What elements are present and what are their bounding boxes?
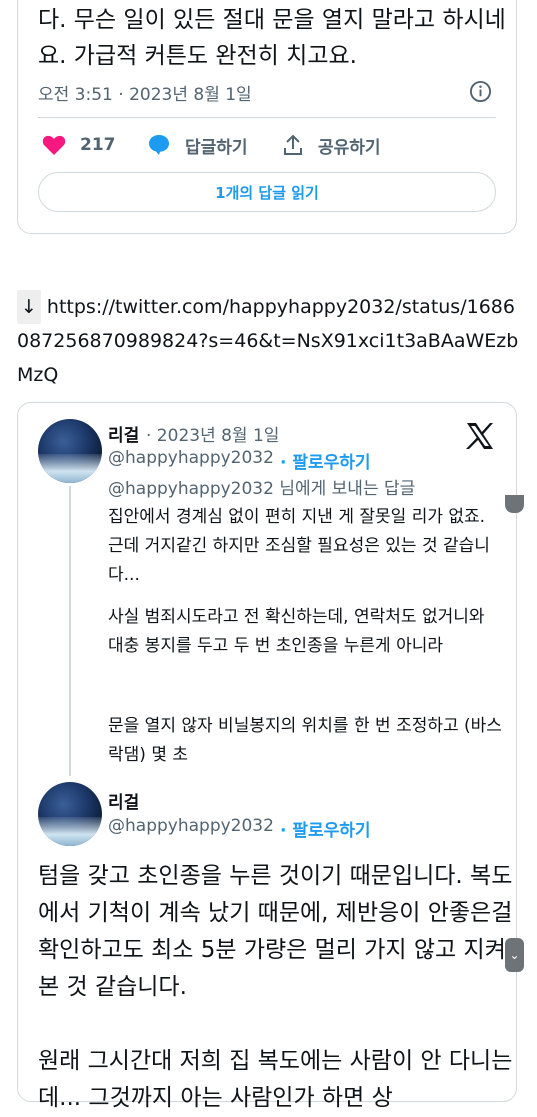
author-name[interactable]: 리걸 bbox=[108, 788, 139, 813]
tweet-date[interactable]: · 2023년 8월 1일 bbox=[146, 421, 279, 446]
tweet-text: 문을 열지 않자 비닐봉지의 위치를 한 번 조정하고 (바스락댐) 몇 초 bbox=[108, 716, 502, 765]
info-icon[interactable] bbox=[469, 80, 492, 103]
x-logo-icon[interactable] bbox=[465, 422, 495, 450]
share-button[interactable]: 공유하기 bbox=[282, 131, 381, 159]
tweet-link[interactable]: ↓ https://twitter.com/happyhappy2032/stat… bbox=[17, 290, 527, 392]
tweet-text: 다. 무슨 일이 있든 절대 문을 열지 말라고 하시네요. 가급적 커튼도 완… bbox=[38, 7, 506, 69]
tweet-paragraph: 텀을 갖고 초인종을 누른 것이기 때문입니다. 복도에서 기척이 계속 났기 … bbox=[38, 863, 513, 1000]
read-replies-button[interactable]: 1개의 답글 읽기 bbox=[38, 172, 496, 212]
scroll-chevron-icon[interactable]: ⌄ bbox=[505, 938, 524, 972]
scrollbar-handle[interactable] bbox=[505, 495, 524, 513]
author-name[interactable]: 리걸 bbox=[108, 421, 139, 446]
down-arrow-icon: ↓ bbox=[17, 290, 41, 324]
tweet-timestamp[interactable]: 오전 3:51 · 2023년 8월 1일 bbox=[38, 80, 252, 105]
share-label: 공유하기 bbox=[318, 137, 381, 158]
link-url[interactable]: https://twitter.com/happyhappy2032/statu… bbox=[17, 296, 518, 386]
avatar[interactable] bbox=[38, 782, 102, 846]
avatar[interactable] bbox=[38, 419, 102, 483]
author-handle[interactable]: @happyhappy2032 bbox=[108, 816, 274, 836]
reply-to-label: @happyhappy2032 님에게 보내는 답글 bbox=[108, 479, 416, 499]
reply-label: 답글하기 bbox=[185, 137, 248, 158]
heart-icon bbox=[42, 135, 66, 155]
tweet-text: 집안에서 경계심 없이 편히 지낸 게 잘못일 리가 없죠. 근데 거지같긴 하… bbox=[108, 507, 490, 585]
tweet-text: 텀을 갖고 초인종을 누른 것이기 때문입니다. 복도에서 기척이 계속 났기 … bbox=[38, 858, 518, 1117]
tweet-paragraph: 원래 그시간대 저희 집 복도에는 사람이 안 다니는데... 그것까지 아는 … bbox=[38, 1048, 513, 1111]
like-count: 217 bbox=[80, 135, 116, 155]
speech-bubble-icon bbox=[149, 135, 169, 155]
follow-button[interactable]: · 팔로우하기 bbox=[280, 816, 371, 841]
share-icon bbox=[284, 134, 302, 155]
like-button[interactable]: 217 bbox=[42, 131, 116, 159]
tweet-text: 사실 범죄시도라고 전 확신하는데, 연락처도 없거니와 대충 봉지를 두고 두… bbox=[108, 607, 485, 656]
author-handle[interactable]: @happyhappy2032 bbox=[108, 448, 274, 468]
divider bbox=[38, 117, 496, 118]
reply-button[interactable]: 답글하기 bbox=[147, 131, 248, 159]
follow-button[interactable]: · 팔로우하기 bbox=[280, 448, 371, 473]
thread-line bbox=[69, 486, 71, 776]
